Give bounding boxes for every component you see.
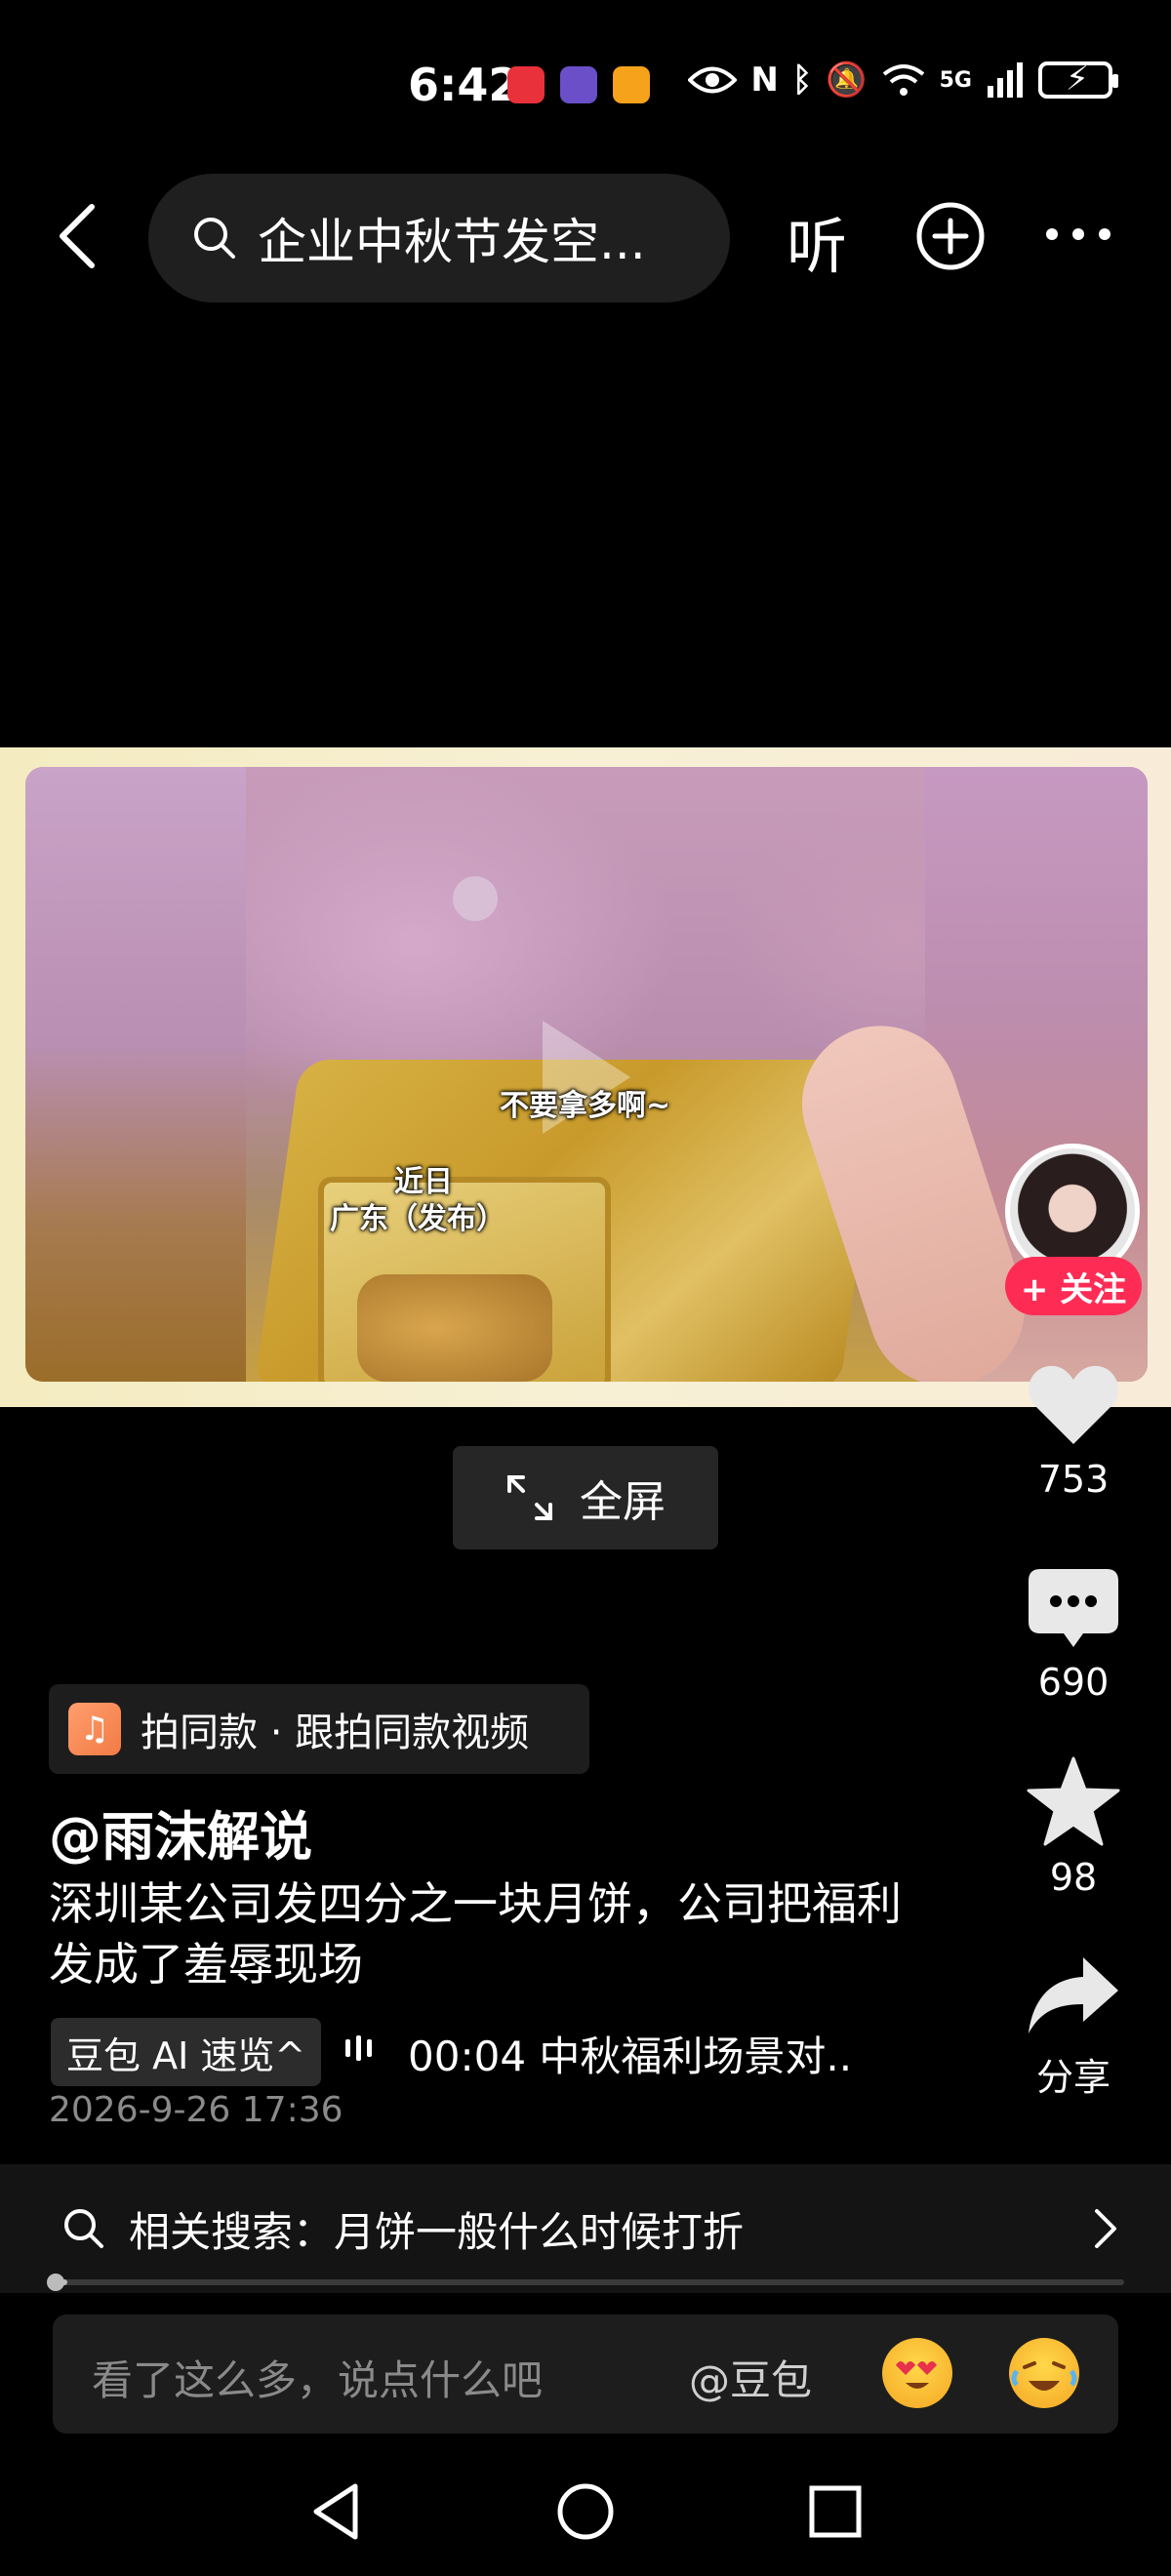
top-nav: 企业中秋节发空... 听 xyxy=(0,166,1171,312)
fullscreen-button[interactable]: 全屏 xyxy=(453,1446,718,1550)
favorite-action[interactable]: 98 xyxy=(1005,1756,1142,1899)
huawei-app-icon xyxy=(507,66,545,103)
like-action[interactable]: 753 xyxy=(1005,1362,1142,1501)
same-style-tag[interactable]: ♫ 拍同款 · 跟拍同款视频 xyxy=(49,1684,589,1774)
back-icon[interactable] xyxy=(49,197,107,275)
like-count: 753 xyxy=(1037,1458,1110,1501)
comment-input[interactable]: 看了这么多，说点什么吧 @豆包 xyxy=(53,2314,1118,2434)
video-blur-left xyxy=(25,767,246,1382)
search-query: 企业中秋节发空... xyxy=(258,214,646,270)
laughing-emoji-icon[interactable] xyxy=(1009,2338,1079,2408)
network-label: 5G xyxy=(939,67,972,93)
app-icon-3 xyxy=(613,66,650,103)
post-timestamp: 2026-9-26 17:36 xyxy=(49,2090,343,2130)
comment-count: 690 xyxy=(1037,1661,1110,1704)
mooncake-piece xyxy=(357,1274,552,1382)
video-description[interactable]: 深圳某公司发四分之一块月饼，公司把福利发成了羞辱现场 xyxy=(49,1873,927,1994)
share-label: 分享 xyxy=(1035,2056,1110,2099)
nav-recents-icon[interactable] xyxy=(808,2484,863,2539)
status-icons: N ᛒ 🔕 5G ⚡ xyxy=(688,60,1118,100)
related-search-bar[interactable]: 相关搜索：月饼一般什么时候打折 xyxy=(0,2164,1171,2293)
audio-wave-icon xyxy=(345,2035,372,2061)
mute-icon: 🔕 xyxy=(826,60,868,100)
star-icon xyxy=(1027,1756,1120,1846)
add-icon[interactable] xyxy=(915,201,986,271)
more-icon[interactable] xyxy=(1044,224,1112,244)
music-note-icon: ♫ xyxy=(68,1703,121,1755)
eye-icon xyxy=(688,66,738,94)
chevron-right-icon xyxy=(1095,2209,1116,2248)
at-doubao-button[interactable]: @豆包 xyxy=(689,2348,812,2407)
related-search-text: 相关搜索：月饼一般什么时候打折 xyxy=(129,2207,745,2256)
playback-progress-knob[interactable] xyxy=(47,2274,64,2291)
same-style-label: 拍同款 · 跟拍同款视频 xyxy=(141,1711,530,1755)
ai-summary-text[interactable]: 00:04 中秋福利场景对.. xyxy=(408,2024,852,2083)
ai-summary-toggle[interactable]: 豆包 AI 速览^ xyxy=(51,2018,322,2086)
video-player[interactable]: 不要拿多啊~ 近日 广东（发布） xyxy=(0,747,1171,1407)
listen-button[interactable]: 听 xyxy=(787,197,847,285)
search-bar[interactable]: 企业中秋节发空... xyxy=(148,174,730,302)
status-time: 6:42 xyxy=(408,59,520,111)
battery-charging-icon: ⚡ xyxy=(1038,60,1118,99)
signal-icon xyxy=(988,62,1023,98)
comment-placeholder: 看了这么多，说点什么吧 xyxy=(92,2356,544,2404)
follow-button[interactable]: + 关注 xyxy=(1005,1257,1142,1315)
bluetooth-icon: ᛒ xyxy=(791,60,813,100)
app-icon-2 xyxy=(560,66,597,103)
comment-action[interactable]: 690 xyxy=(1005,1567,1142,1704)
video-caption-line2: 广东（发布） xyxy=(330,1202,505,1236)
nav-home-icon[interactable] xyxy=(556,2482,615,2541)
author-name[interactable]: @雨沫解说 xyxy=(49,1793,312,1871)
nfc-icon: N xyxy=(750,60,779,100)
video-frame[interactable]: 不要拿多啊~ 近日 广东（发布） xyxy=(25,767,1148,1382)
playback-progress-track[interactable] xyxy=(57,2279,1124,2285)
share-action[interactable]: 分享 xyxy=(1005,1953,1142,2101)
status-bar: 6:42 N ᛒ 🔕 5G ⚡ xyxy=(0,0,1171,166)
share-icon xyxy=(1029,1957,1118,2033)
shirt-button xyxy=(453,876,498,921)
comment-icon xyxy=(1029,1569,1118,1647)
favorite-count: 98 xyxy=(1049,1856,1098,1899)
video-caption-top: 不要拿多啊~ xyxy=(500,1089,671,1123)
search-icon xyxy=(194,218,235,259)
expand-icon xyxy=(507,1475,552,1520)
wifi-icon xyxy=(882,64,924,96)
search-icon xyxy=(64,2209,103,2248)
heart-eyes-emoji-icon[interactable] xyxy=(882,2338,952,2408)
system-nav-bar xyxy=(0,2449,1171,2576)
fullscreen-label: 全屏 xyxy=(580,1477,666,1527)
nav-back-icon[interactable] xyxy=(310,2482,361,2541)
heart-icon xyxy=(1028,1365,1119,1444)
